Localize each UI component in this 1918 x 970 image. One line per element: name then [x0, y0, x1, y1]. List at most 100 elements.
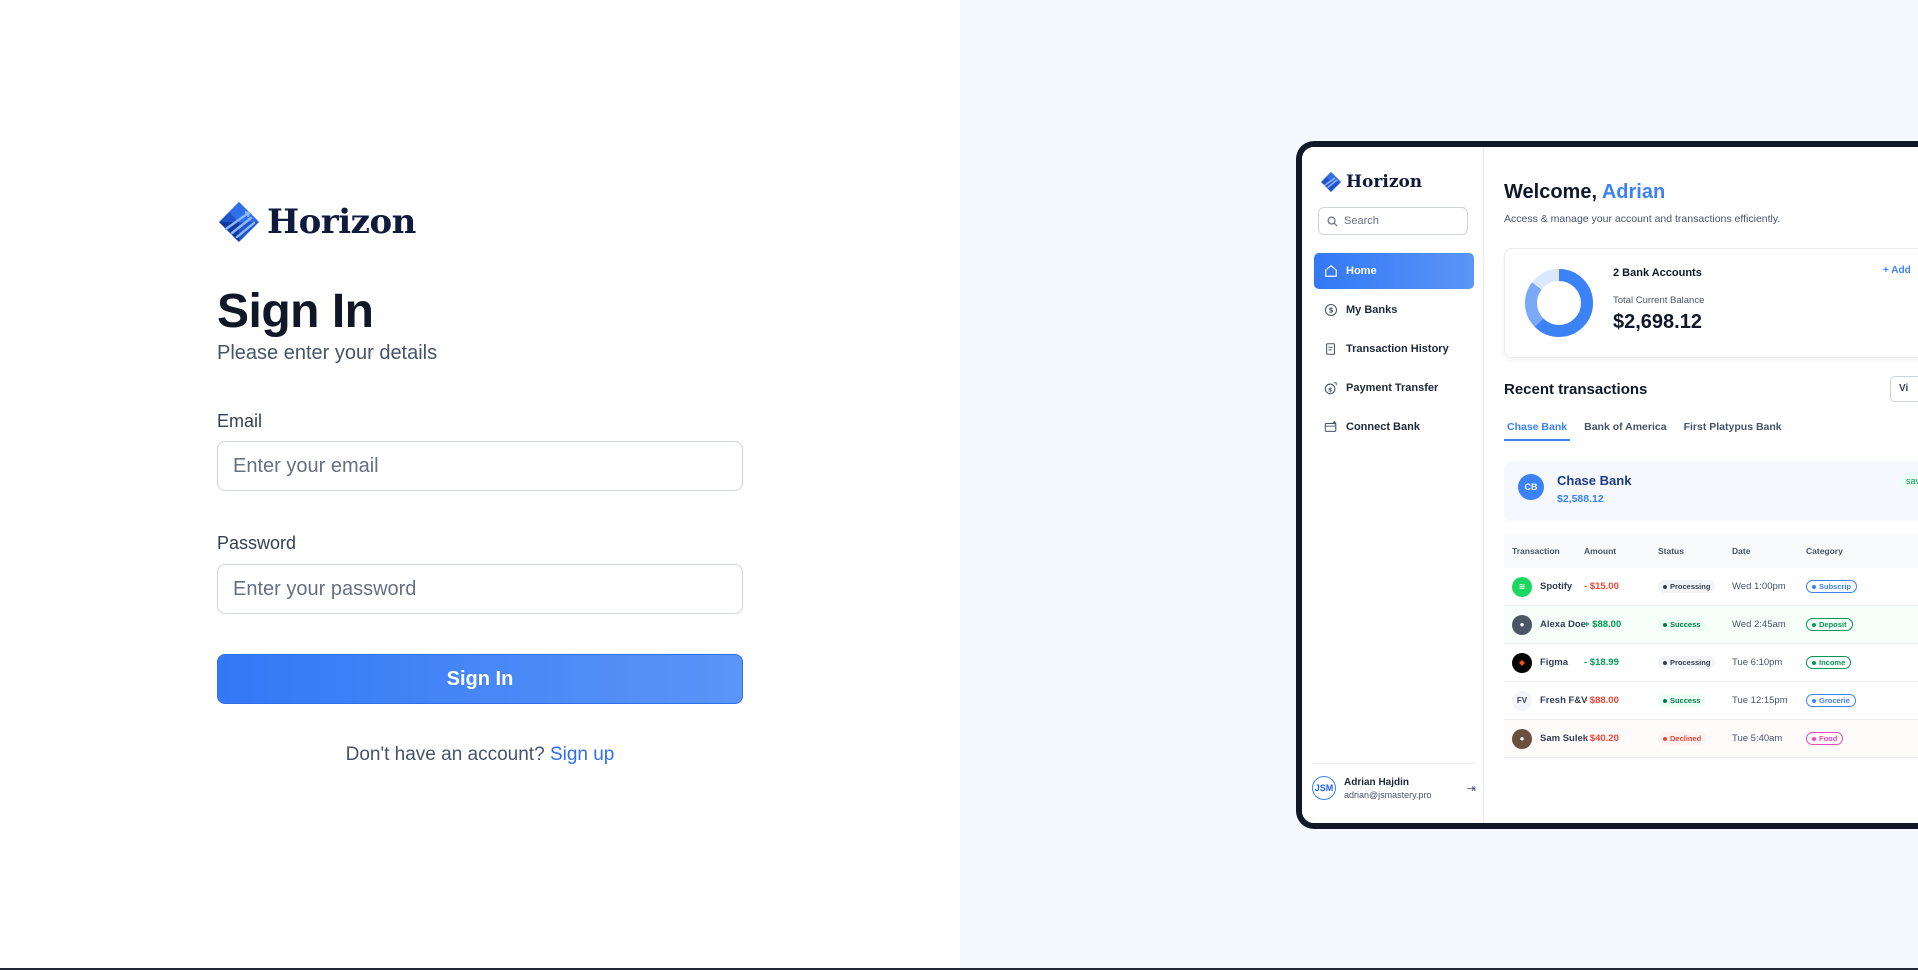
column-header: Status [1658, 546, 1684, 556]
preview-nav-connect-bank: Connect Bank [1314, 409, 1474, 445]
tx-amount: - $15.00 [1584, 581, 1619, 592]
preview-nav-transaction-history: Transaction History [1314, 331, 1474, 367]
dashboard-preview-frame: Horizon Search Home $ My Banks Transacti… [1296, 141, 1918, 829]
tx-name: Figma [1540, 657, 1568, 668]
preview-user-name: Adrian Hajdin [1344, 776, 1410, 788]
password-label: Password [217, 533, 297, 553]
preview-nav-label: Payment Transfer [1346, 382, 1439, 394]
preview-bank-accounts-count: 2 Bank Accounts [1613, 267, 1702, 279]
preview-welcome-title: Welcome, Adrian [1504, 181, 1665, 204]
category-badge: Food [1806, 732, 1844, 745]
signup-prompt-text: Don't have an account? [345, 744, 545, 765]
preview-nav-home: Home [1314, 253, 1474, 289]
signin-panel: Horizon Sign In Please enter your detail… [0, 0, 960, 968]
preview-search-placeholder: Search [1344, 215, 1379, 227]
preview-bank-info-card: CB Chase Bank $2,588.12 savi [1504, 461, 1918, 521]
card-add-icon [1324, 420, 1337, 432]
brand-name: Horizon [267, 202, 416, 242]
status-badge: Declined [1658, 732, 1707, 745]
category-badge: Subscrip [1806, 580, 1858, 593]
preview-nav-label: My Banks [1346, 304, 1398, 316]
table-header: Transaction Amount Status Date Category [1504, 534, 1918, 568]
tx-amount: - $88.00 [1584, 695, 1619, 706]
preview-balance-card: 2 Bank Accounts Total Current Balance $2… [1504, 248, 1918, 358]
preview-brand: Horizon [1320, 171, 1422, 193]
home-icon [1325, 265, 1337, 277]
balance-donut-chart [1525, 269, 1593, 337]
welcome-prefix: Welcome, [1504, 181, 1597, 203]
preview-recent-title: Recent transactions [1504, 381, 1648, 398]
category-badge: Grocerie [1806, 694, 1856, 707]
tx-amount: + $88.00 [1584, 619, 1622, 630]
money-send-icon: $ [1324, 382, 1337, 395]
column-header: Amount [1584, 546, 1617, 556]
avatar: JSM [1312, 776, 1336, 800]
status-badge: Processing [1658, 656, 1716, 669]
table-row: FV Fresh F&V - $88.00 Success Tue 12:15p… [1504, 682, 1918, 720]
column-header: Category [1806, 546, 1843, 556]
preview-bank-name: Chase Bank [1557, 473, 1632, 488]
preview-brand-name: Horizon [1346, 172, 1423, 192]
dollar-circle-icon: $ [1324, 303, 1338, 317]
preview-bank-type-badge: savi [1900, 474, 1918, 488]
page-title: Sign In [217, 285, 374, 338]
preview-nav-label: Home [1346, 265, 1377, 277]
dashboard-preview-panel: Horizon Search Home $ My Banks Transacti… [960, 0, 1918, 968]
preview-transactions-table: Transaction Amount Status Date Category … [1504, 534, 1918, 758]
preview-balance-label: Total Current Balance [1613, 295, 1705, 306]
logout-icon: ⇥ [1466, 782, 1476, 795]
email-label: Email [217, 411, 263, 431]
svg-text:$: $ [1329, 307, 1334, 315]
category-badge: Income [1806, 656, 1852, 669]
preview-welcome-subtitle: Access & manage your account and transac… [1504, 213, 1781, 225]
brand[interactable]: Horizon [217, 200, 416, 244]
tab-first-platypus-bank: First Platypus Bank [1683, 421, 1782, 433]
preview-nav-label: Transaction History [1346, 343, 1449, 355]
preview-sidebar: Horizon Search Home $ My Banks Transacti… [1302, 147, 1484, 823]
table-row: ◆ Figma - $18.99 Processing Tue 6:10pm I… [1504, 644, 1918, 682]
email-field[interactable] [217, 441, 743, 491]
tx-name: Sam Sulek [1540, 733, 1589, 744]
welcome-name: Adrian [1601, 181, 1666, 203]
tx-name: Spotify [1540, 581, 1573, 592]
preview-search-input: Search [1318, 207, 1468, 235]
preview-nav-label: Connect Bank [1346, 421, 1420, 433]
status-badge: Success [1658, 618, 1706, 631]
status-badge: Processing [1658, 580, 1716, 593]
sign-in-button[interactable]: Sign In [217, 654, 743, 704]
avatar-icon: ● [1512, 614, 1532, 635]
tx-date: Tue 12:15pm [1732, 695, 1788, 706]
page-subtitle: Please enter your details [217, 342, 438, 364]
preview-user-footer: JSM Adrian Hajdin adrian@jsmastery.pro ⇥ [1312, 763, 1476, 800]
status-badge: Success [1658, 694, 1706, 707]
preview-nav-my-banks: $ My Banks [1314, 292, 1474, 328]
search-icon [1327, 216, 1338, 227]
table-row: ● Alexa Doe + $88.00 Success Wed 2:45am … [1504, 606, 1918, 644]
table-row: ≋ Spotify - $15.00 Processing Wed 1:00pm… [1504, 568, 1918, 606]
horizon-logo-icon [219, 202, 259, 242]
tx-amount: - $18.99 [1584, 657, 1619, 668]
password-field[interactable] [217, 564, 743, 614]
preview-balance-value: $2,698.12 [1613, 311, 1702, 333]
preview-user-email: adrian@jsmastery.pro [1344, 789, 1432, 800]
category-badge: Deposit [1806, 618, 1853, 631]
preview-main: Welcome, Adrian Access & manage your acc… [1484, 147, 1918, 823]
column-header: Date [1732, 546, 1751, 556]
preview-nav: Home $ My Banks Transaction History $ Pa… [1314, 253, 1474, 448]
tx-amount: - $40.20 [1584, 733, 1619, 744]
signup-prompt: Don't have an account? Sign up [217, 744, 743, 766]
preview-bank-tabs: Chase Bank Bank of America First Platypu… [1504, 421, 1796, 441]
sign-up-link[interactable]: Sign up [550, 744, 614, 765]
tx-name: Alexa Doe [1540, 619, 1586, 630]
receipt-icon [1326, 343, 1336, 355]
column-header: Transaction [1512, 546, 1560, 556]
avatar-icon: ● [1512, 728, 1532, 749]
figma-icon: ◆ [1512, 652, 1532, 673]
preview-nav-payment-transfer: $ Payment Transfer [1314, 370, 1474, 406]
tab-bank-of-america: Bank of America [1584, 421, 1667, 433]
spotify-icon: ≋ [1512, 576, 1532, 597]
bank-avatar: CB [1518, 474, 1544, 500]
tx-name: Fresh F&V [1540, 695, 1588, 706]
preview-add-bank-button: + Add [1883, 265, 1911, 276]
tx-date: Wed 1:00pm [1732, 581, 1786, 592]
